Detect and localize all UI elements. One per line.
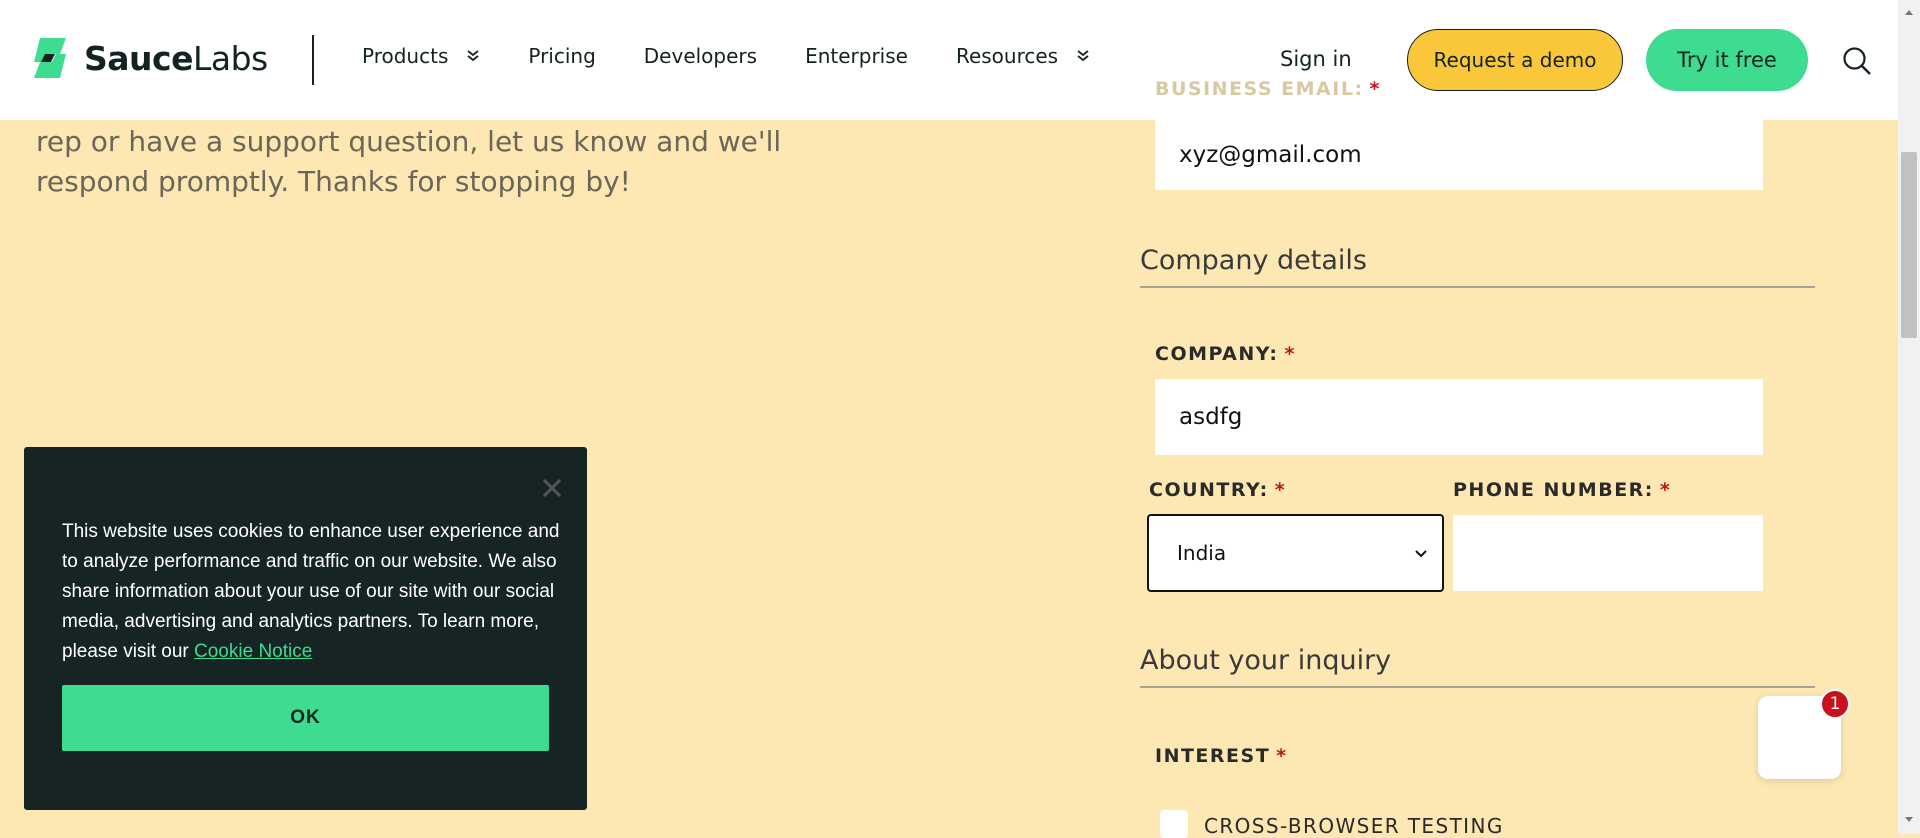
phone-field[interactable] bbox=[1453, 515, 1763, 591]
cookie-text: This website uses cookies to enhance use… bbox=[62, 521, 560, 662]
cross-browser-testing-label: CROSS-BROWSER TESTING bbox=[1204, 814, 1504, 838]
try-free-button[interactable]: Try it free bbox=[1646, 29, 1808, 91]
site-header: SauceLabs Products Pricing Developers En… bbox=[0, 0, 1898, 120]
chat-notification-badge: 1 bbox=[1820, 689, 1850, 719]
search-icon[interactable] bbox=[1842, 46, 1872, 76]
sign-in-link[interactable]: Sign in bbox=[1280, 47, 1352, 71]
chevron-down-icon bbox=[1415, 550, 1427, 558]
cookie-ok-button[interactable]: OK bbox=[62, 685, 549, 751]
nav-resources[interactable]: Resources bbox=[956, 44, 1090, 68]
scrollbar-thumb[interactable] bbox=[1901, 152, 1917, 338]
company-details-heading: Company details bbox=[1140, 245, 1815, 288]
nav-products[interactable]: Products bbox=[362, 44, 480, 68]
phone-label: PHONE NUMBER: * bbox=[1453, 479, 1672, 501]
page-scrollbar[interactable] bbox=[1898, 0, 1920, 834]
cookie-banner: This website uses cookies to enhance use… bbox=[24, 447, 587, 810]
double-chevron-down-icon bbox=[1077, 50, 1089, 62]
country-select-value: India bbox=[1177, 541, 1227, 565]
saucelabs-logo-icon bbox=[34, 38, 66, 78]
logo-wordmark: SauceLabs bbox=[84, 38, 268, 78]
about-inquiry-heading: About your inquiry bbox=[1140, 645, 1815, 688]
main-nav: Products Pricing Developers Enterprise R… bbox=[362, 44, 1138, 68]
nav-enterprise[interactable]: Enterprise bbox=[805, 44, 908, 68]
nav-pricing[interactable]: Pricing bbox=[528, 44, 595, 68]
scroll-up-arrow-icon[interactable] bbox=[1904, 8, 1914, 16]
country-select[interactable]: India bbox=[1147, 514, 1444, 592]
saucelabs-logo[interactable]: SauceLabs bbox=[26, 34, 268, 82]
double-chevron-down-icon bbox=[467, 50, 479, 62]
email-label: BUSINESS EMAIL: * bbox=[1155, 78, 1381, 100]
company-label: COMPANY: * bbox=[1155, 343, 1296, 365]
logo-divider bbox=[312, 35, 314, 85]
email-field[interactable]: xyz@gmail.com bbox=[1155, 120, 1763, 190]
company-field[interactable]: asdfg bbox=[1155, 379, 1763, 455]
request-demo-button[interactable]: Request a demo bbox=[1407, 29, 1623, 91]
country-label: COUNTRY: * bbox=[1149, 479, 1287, 501]
cookie-notice-link[interactable]: Cookie Notice bbox=[194, 641, 312, 662]
scroll-down-arrow-icon[interactable] bbox=[1904, 816, 1914, 824]
nav-developers[interactable]: Developers bbox=[644, 44, 757, 68]
interest-label: INTEREST * bbox=[1155, 745, 1288, 767]
close-icon[interactable] bbox=[541, 477, 563, 499]
